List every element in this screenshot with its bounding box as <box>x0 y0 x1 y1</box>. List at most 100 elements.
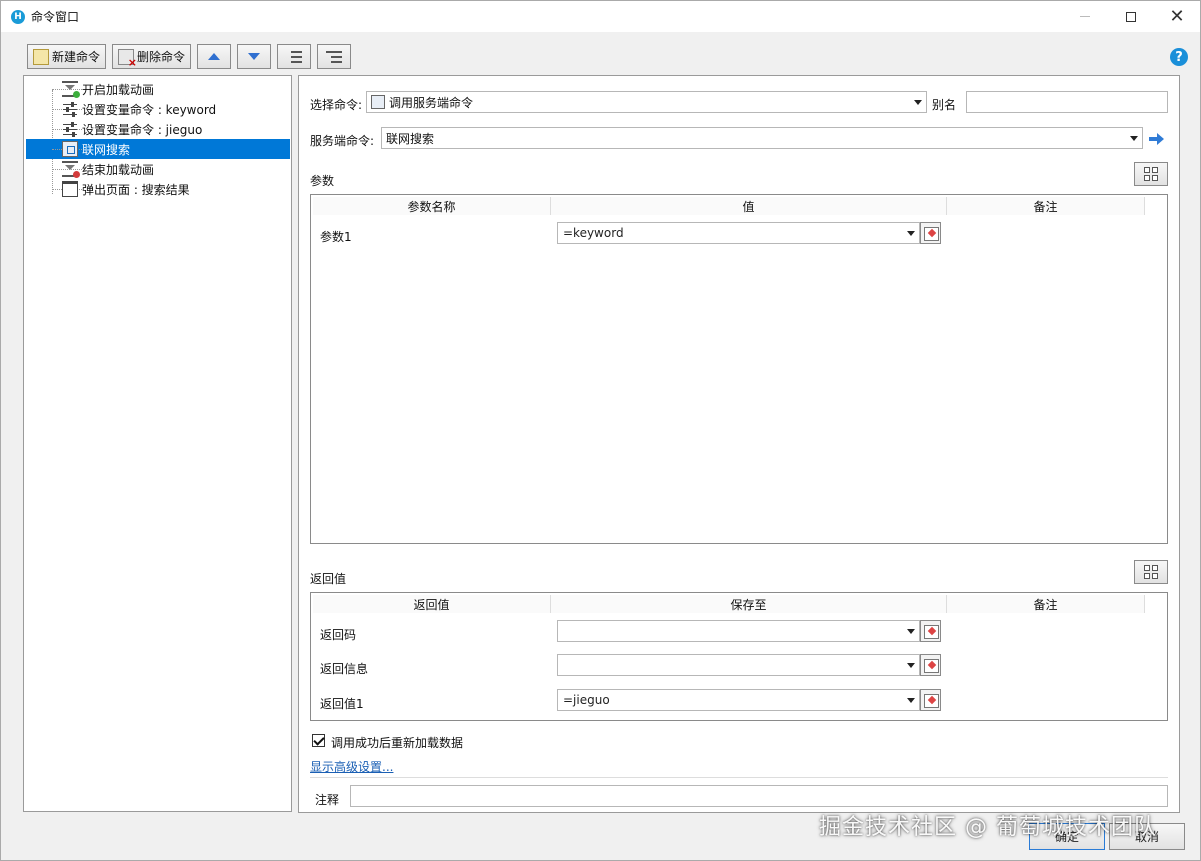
formula-editor-button[interactable] <box>920 620 941 642</box>
formula-editor-button[interactable] <box>920 689 941 711</box>
go-to-command-icon[interactable] <box>1149 133 1165 145</box>
tree-item-label: 开启加载动画 <box>82 82 155 97</box>
chevron-down-icon <box>907 231 915 236</box>
tree-item-label: 设置变量命令 : keyword <box>82 102 217 117</box>
app-logo-icon: H <box>11 9 25 24</box>
move-up-button[interactable] <box>197 44 232 69</box>
indent-icon <box>286 50 303 63</box>
return-save-value: =jieguo <box>563 693 610 707</box>
returns-section-title: 返回值 <box>310 572 347 586</box>
return-save-dropdown[interactable] <box>557 620 920 642</box>
new-command-label: 新建命令 <box>52 50 101 64</box>
params-section-title: 参数 <box>310 174 335 188</box>
chevron-down-icon <box>907 698 915 703</box>
chevron-down-icon <box>914 100 922 105</box>
maximize-icon <box>1126 11 1136 22</box>
tree-item-label: 结束加载动画 <box>82 162 155 177</box>
params-grid: 参数名称 值 备注 参数1 =keyword <box>310 194 1168 544</box>
page-icon <box>62 181 78 197</box>
server-command-value: 联网搜索 <box>386 131 435 146</box>
server-command-label: 服务端命令: <box>310 134 375 148</box>
command-settings-panel: 选择命令: 调用服务端命令 别名 服务端命令: 联网搜索 参数 参数名称 值 备… <box>298 75 1180 813</box>
command-window: H 命令窗口 ✕ 新建命令 删除命令 ? <box>0 0 1201 861</box>
sliders-icon <box>62 121 78 137</box>
move-down-button[interactable] <box>237 44 272 69</box>
reload-data-label: 调用成功后重新加载数据 <box>331 736 464 750</box>
delete-command-icon <box>118 48 137 69</box>
tree-item-set-jieguo[interactable]: 设置变量命令 : jieguo <box>26 119 290 139</box>
command-tree: 开启加载动画 设置变量命令 : keyword 设置变量命令 : jieguo … <box>23 75 292 812</box>
alias-label: 别名 <box>932 98 957 112</box>
close-icon: ✕ <box>1169 6 1185 27</box>
param-value: =keyword <box>563 226 624 240</box>
arrow-down-icon <box>248 53 261 60</box>
tree-item-label: 设置变量命令 : jieguo <box>82 122 203 137</box>
params-header-value: 值 <box>551 197 947 215</box>
chevron-down-icon <box>907 629 915 634</box>
close-button[interactable]: ✕ <box>1154 1 1200 32</box>
params-layout-button[interactable] <box>1134 162 1168 186</box>
indent-button[interactable] <box>277 44 312 69</box>
minimize-icon <box>1080 16 1090 17</box>
return-name: 返回信息 <box>320 662 369 676</box>
return-save-dropdown[interactable]: =jieguo <box>557 689 920 711</box>
reload-data-checkbox[interactable] <box>312 734 325 747</box>
param-name: 参数1 <box>320 230 352 244</box>
return-name: 返回码 <box>320 628 357 642</box>
window-controls: ✕ <box>1062 1 1200 32</box>
show-advanced-settings-link[interactable]: 显示高级设置... <box>310 758 393 775</box>
maximize-button[interactable] <box>1108 1 1154 32</box>
returns-header-name: 返回值 <box>313 595 551 613</box>
tree-item-stop-loading[interactable]: 结束加载动画 <box>26 159 290 179</box>
tree-item-popup-page[interactable]: 弹出页面 : 搜索结果 <box>26 179 290 199</box>
server-command-icon <box>371 95 385 109</box>
formula-editor-button[interactable] <box>920 222 941 244</box>
server-command-dropdown[interactable]: 联网搜索 <box>381 127 1143 149</box>
outdent-icon <box>326 50 343 63</box>
minimize-button[interactable] <box>1062 1 1108 32</box>
comment-label: 注释 <box>315 793 340 807</box>
param-value-dropdown[interactable]: =keyword <box>557 222 920 244</box>
chevron-down-icon <box>907 663 915 668</box>
returns-grid-header: 返回值 保存至 备注 <box>313 595 1145 613</box>
tree-item-web-search[interactable]: 联网搜索 <box>26 139 290 159</box>
window-title: 命令窗口 <box>31 10 80 24</box>
formula-editor-button[interactable] <box>920 654 941 676</box>
chevron-down-icon <box>1130 136 1138 141</box>
outdent-button[interactable] <box>317 44 352 69</box>
select-command-dropdown[interactable]: 调用服务端命令 <box>366 91 927 113</box>
params-header-name: 参数名称 <box>313 197 551 215</box>
server-command-icon <box>62 141 78 157</box>
hourglass-stop-icon <box>62 161 80 178</box>
tree-item-label: 联网搜索 <box>82 142 131 157</box>
return-save-dropdown[interactable] <box>557 654 920 676</box>
watermark-text: 掘金技术社区 @ 葡萄城技术团队 <box>819 815 1157 840</box>
alias-input[interactable] <box>966 91 1168 113</box>
select-command-value: 调用服务端命令 <box>389 95 474 110</box>
grid-layout-icon <box>1144 167 1158 181</box>
arrow-up-icon <box>208 53 221 60</box>
title-bar: H 命令窗口 ✕ <box>1 1 1200 32</box>
help-icon[interactable]: ? <box>1170 48 1188 66</box>
params-grid-header: 参数名称 值 备注 <box>313 197 1145 215</box>
new-command-button[interactable]: 新建命令 <box>27 44 107 69</box>
hourglass-start-icon <box>62 81 80 98</box>
delete-command-label: 删除命令 <box>137 50 186 64</box>
toolbar: 新建命令 删除命令 <box>27 44 352 70</box>
tree-item-set-keyword[interactable]: 设置变量命令 : keyword <box>26 99 290 119</box>
params-header-note: 备注 <box>947 197 1145 215</box>
divider <box>310 777 1168 778</box>
returns-header-note: 备注 <box>947 595 1145 613</box>
returns-header-save-to: 保存至 <box>551 595 947 613</box>
tree-item-start-loading[interactable]: 开启加载动画 <box>26 79 290 99</box>
new-command-icon <box>33 48 49 65</box>
comment-input[interactable] <box>350 785 1168 807</box>
return-name: 返回值1 <box>320 697 364 711</box>
returns-grid: 返回值 保存至 备注 返回码 返回信息 返回值1 =jieguo <box>310 592 1168 721</box>
select-command-label: 选择命令: <box>310 98 363 112</box>
delete-command-button[interactable]: 删除命令 <box>112 44 192 69</box>
grid-layout-icon <box>1144 565 1158 579</box>
sliders-icon <box>62 101 78 117</box>
tree-item-label: 弹出页面 : 搜索结果 <box>82 182 190 197</box>
returns-layout-button[interactable] <box>1134 560 1168 584</box>
